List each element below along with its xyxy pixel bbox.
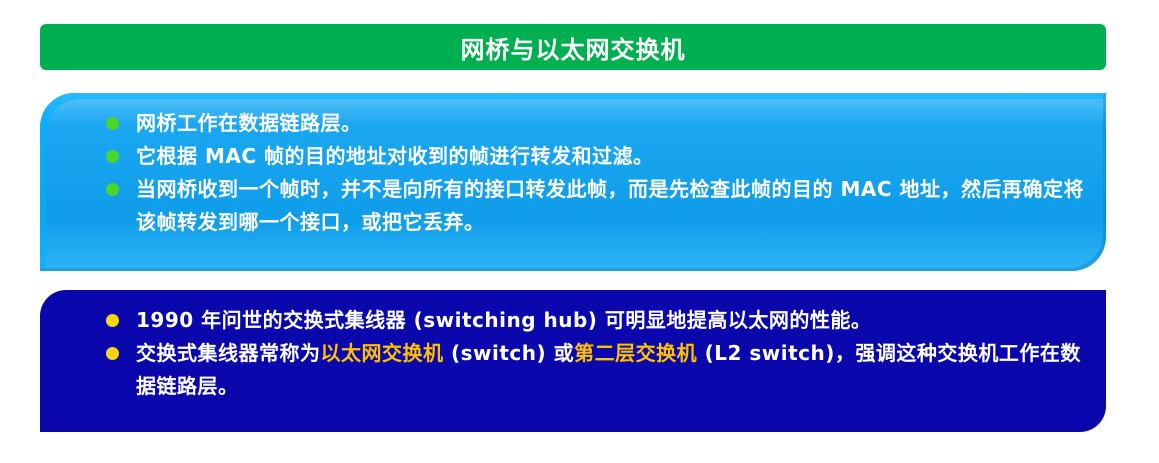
bullet-item: 1990 年问世的交换式集线器 (switching hub) 可明显地提高以太… [106, 304, 1096, 337]
bullet-text: 当网桥收到一个帧时，并不是向所有的接口转发此帧，而是先检查此帧的目的 MAC 地… [136, 177, 1084, 234]
bullet-dot-icon [106, 183, 119, 196]
bullet-item: 它根据 MAC 帧的目的地址对收到的帧进行转发和过滤。 [106, 140, 1096, 173]
page-title: 网桥与以太网交换机 [460, 35, 686, 64]
bullet-item: 交换式集线器常称为以太网交换机 (switch) 或第二层交换机 (L2 swi… [106, 337, 1096, 403]
bullet-text: 网桥工作在数据链路层。 [136, 111, 362, 135]
bullet-text-part: 交换式集线器常称为 [136, 341, 321, 365]
highlight-layer2-switch: 第二层交换机 [574, 341, 698, 365]
title-bar: 网桥与以太网交换机 [40, 24, 1106, 70]
highlight-ethernet-switch: 以太网交换机 [320, 341, 444, 365]
bridge-bullet-list: 网桥工作在数据链路层。 它根据 MAC 帧的目的地址对收到的帧进行转发和过滤。 … [106, 107, 1096, 239]
switch-info-box: 1990 年问世的交换式集线器 (switching hub) 可明显地提高以太… [40, 290, 1106, 432]
bullet-text: 它根据 MAC 帧的目的地址对收到的帧进行转发和过滤。 [136, 144, 654, 168]
bullet-text: 1990 年问世的交换式集线器 (switching hub) 可明显地提高以太… [136, 308, 872, 332]
bullet-dot-icon [106, 314, 119, 327]
bullet-dot-icon [106, 347, 119, 360]
bridge-info-box: 网桥工作在数据链路层。 它根据 MAC 帧的目的地址对收到的帧进行转发和过滤。 … [40, 93, 1106, 271]
bullet-text-part: (switch) 或 [443, 341, 575, 365]
switch-bullet-list: 1990 年问世的交换式集线器 (switching hub) 可明显地提高以太… [106, 304, 1096, 403]
bullet-item: 网桥工作在数据链路层。 [106, 107, 1096, 140]
bullet-dot-icon [106, 150, 119, 163]
bullet-item: 当网桥收到一个帧时，并不是向所有的接口转发此帧，而是先检查此帧的目的 MAC 地… [106, 173, 1096, 239]
bullet-dot-icon [106, 117, 119, 130]
